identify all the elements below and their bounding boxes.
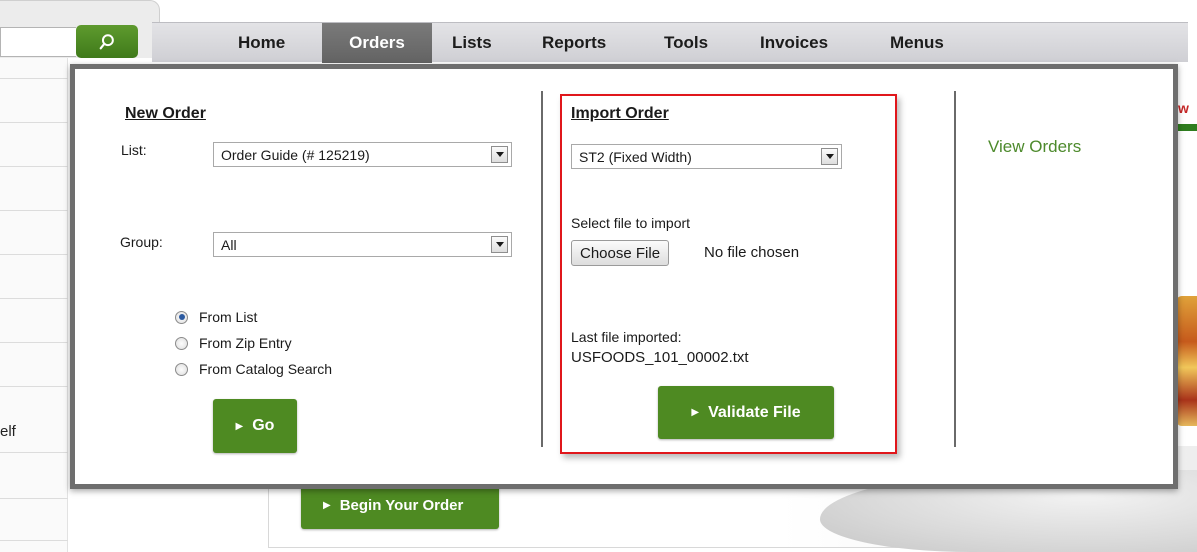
- nav-menus[interactable]: Menus: [890, 23, 944, 63]
- play-icon: ▶: [691, 407, 700, 418]
- main-nav: Home Orders Lists Reports Tools Invoices…: [152, 22, 1188, 63]
- import-format-select[interactable]: ST2 (Fixed Width): [571, 144, 842, 169]
- nav-orders[interactable]: Orders: [322, 23, 432, 63]
- sidebar-divider: [0, 122, 68, 123]
- validate-file-label: Validate File: [708, 403, 801, 421]
- orders-dropdown: New Order List: Order Guide (# 125219) G…: [70, 64, 1178, 489]
- radio-label: From Catalog Search: [199, 361, 333, 377]
- group-select-value: All: [221, 236, 237, 253]
- sidebar-divider: [0, 342, 68, 343]
- chevron-down-icon[interactable]: [491, 236, 508, 253]
- search-icon: [99, 33, 114, 49]
- go-button[interactable]: ▶ Go: [213, 399, 297, 453]
- chevron-down-icon[interactable]: [491, 146, 508, 163]
- right-tab-fragment[interactable]: w: [1178, 100, 1189, 116]
- import-format-value: ST2 (Fixed Width): [579, 148, 692, 165]
- nav-tools[interactable]: Tools: [664, 23, 708, 63]
- search-input[interactable]: [0, 27, 76, 57]
- radio-unchecked-icon[interactable]: [175, 336, 188, 350]
- nav-lists[interactable]: Lists: [452, 23, 492, 63]
- validate-file-button[interactable]: ▶ Validate File: [658, 386, 834, 439]
- sidebar-divider: [0, 540, 68, 541]
- select-file-label: Select file to import: [571, 215, 691, 231]
- view-orders-link[interactable]: View Orders: [988, 137, 1081, 157]
- last-file-value: USFOODS_101_00002.txt: [571, 349, 749, 366]
- nav-invoices[interactable]: Invoices: [760, 23, 828, 63]
- begin-order-label: Begin Your Order: [339, 497, 464, 514]
- radio-label: From List: [199, 309, 258, 325]
- column-divider: [954, 91, 956, 447]
- sidebar-divider: [0, 386, 68, 387]
- radio-unchecked-icon[interactable]: [175, 362, 188, 376]
- list-label: List:: [121, 142, 147, 158]
- chevron-down-icon[interactable]: [821, 148, 838, 165]
- nav-home[interactable]: Home: [238, 23, 285, 63]
- search-area: [0, 0, 160, 58]
- radio-from-zip-entry[interactable]: From Zip Entry: [175, 335, 292, 351]
- last-file-label: Last file imported:: [571, 329, 682, 345]
- sidebar-item-fragment[interactable]: elf: [0, 423, 16, 440]
- choose-file-button[interactable]: Choose File: [571, 240, 670, 266]
- sidebar-divider: [0, 498, 68, 499]
- radio-from-catalog-search[interactable]: From Catalog Search: [175, 361, 332, 377]
- list-select-value: Order Guide (# 125219): [221, 146, 370, 163]
- group-label: Group:: [120, 234, 163, 250]
- food-image: [1176, 296, 1197, 426]
- sidebar-divider: [0, 254, 68, 255]
- search-button[interactable]: [76, 25, 138, 58]
- radio-label: From Zip Entry: [199, 335, 292, 351]
- no-file-chosen-text: No file chosen: [704, 244, 800, 261]
- radio-from-list[interactable]: From List: [175, 309, 257, 325]
- column-divider: [541, 91, 543, 447]
- nav-reports[interactable]: Reports: [542, 23, 606, 63]
- sidebar-divider: [0, 298, 68, 299]
- sidebar-divider: [0, 210, 68, 211]
- new-order-title: New Order: [125, 105, 206, 122]
- sidebar-divider: [0, 166, 68, 167]
- play-icon: ▶: [235, 420, 244, 432]
- radio-checked-icon[interactable]: [175, 310, 188, 324]
- group-select[interactable]: All: [213, 232, 512, 257]
- go-label: Go: [252, 417, 275, 434]
- left-sidebar: elf: [0, 58, 68, 552]
- right-promo-strip: w: [1176, 96, 1197, 446]
- import-order-title: Import Order: [571, 105, 669, 122]
- begin-order-button[interactable]: ▶ Begin Your Order: [301, 482, 499, 529]
- play-icon: ▶: [323, 500, 331, 511]
- sidebar-divider: [0, 452, 68, 453]
- green-accent-bar: [1176, 124, 1197, 131]
- list-select[interactable]: Order Guide (# 125219): [213, 142, 512, 167]
- sidebar-divider: [0, 78, 68, 79]
